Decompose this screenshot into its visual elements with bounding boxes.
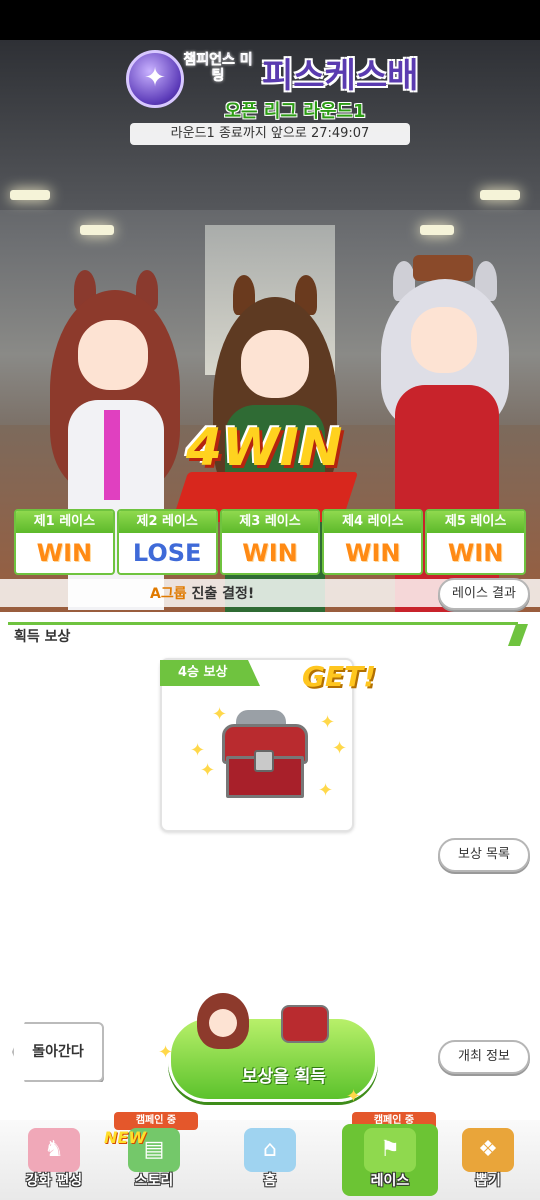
race-label: 제3 레이스 bbox=[221, 511, 319, 533]
sparkle-icon: ✦ bbox=[212, 704, 228, 725]
league-round: 오픈 리그 라운드1 bbox=[224, 101, 366, 122]
rewards-section-title: 획득 보상 bbox=[14, 629, 71, 645]
race-result: WIN bbox=[36, 539, 93, 567]
round-timer: 라운드1 종료까지 앞으로 27:49:07 bbox=[130, 123, 410, 145]
nav-label: 강화 편성 bbox=[25, 1173, 83, 1189]
race-result-1: 제1 레이스 WIN bbox=[14, 509, 115, 575]
chibi-face bbox=[209, 1009, 237, 1037]
nav-gacha[interactable]: ❖ 뽑기 bbox=[442, 1124, 534, 1196]
treasure-chest-icon bbox=[222, 710, 308, 798]
claim-reward-label[interactable]: 보상을 획득 bbox=[204, 1062, 364, 1087]
section-divider bbox=[8, 622, 518, 649]
race-label: 제1 레이스 bbox=[16, 511, 113, 533]
home-icon: ⌂ bbox=[244, 1128, 296, 1172]
gacha-icon: ❖ bbox=[462, 1128, 514, 1172]
race-result-2: 제2 레이스 LOSE bbox=[116, 509, 218, 575]
sparkle-icon: ✦ bbox=[200, 760, 216, 781]
training-icon: ♞ bbox=[28, 1128, 80, 1172]
race-result-button[interactable]: 레이스 결과 bbox=[438, 578, 530, 610]
face bbox=[241, 330, 309, 398]
nav-label: 스토리 bbox=[134, 1173, 174, 1189]
nav-race[interactable]: ⚑ 레이스 bbox=[342, 1124, 438, 1196]
tunnel-light bbox=[80, 225, 114, 235]
race-result: WIN bbox=[447, 539, 504, 567]
event-title: 피스케스배 bbox=[262, 56, 419, 96]
chest-lock bbox=[254, 750, 274, 772]
advance-message: A그룹 진출 결정! bbox=[150, 583, 254, 603]
tunnel-light bbox=[420, 225, 454, 235]
event-category: 챔피언스 미팅 bbox=[183, 52, 253, 85]
race-label: 제2 레이스 bbox=[118, 511, 216, 533]
race-result: LOSE bbox=[132, 539, 202, 567]
race-result-4: 제4 레이스 WIN bbox=[322, 509, 424, 575]
race-result: WIN bbox=[345, 539, 401, 567]
status-bar bbox=[0, 0, 540, 40]
get-label: GET! bbox=[302, 660, 376, 693]
sparkle-icon: ✦ bbox=[332, 738, 348, 759]
sparkle-icon: ✦ bbox=[190, 740, 206, 761]
nav-label: 레이스 bbox=[370, 1173, 410, 1189]
win-count: 4WIN bbox=[186, 418, 343, 478]
tunnel-light bbox=[10, 190, 50, 200]
advance-text: 진출 결정! bbox=[191, 586, 255, 602]
reward-list-button[interactable]: 보상 목록 bbox=[438, 838, 530, 872]
race-result-3: 제3 레이스 WIN bbox=[219, 509, 321, 575]
reward-tag: 4승 보상 bbox=[160, 660, 260, 686]
race-label: 제5 레이스 bbox=[427, 511, 524, 533]
nav-label: 뽑기 bbox=[475, 1173, 501, 1189]
sparkle-icon: ✦ bbox=[320, 712, 336, 733]
champions-meeting-emblem-icon: ✦ bbox=[126, 50, 184, 108]
race-icon: ⚑ bbox=[364, 1128, 416, 1172]
chest-mini-icon bbox=[281, 1005, 329, 1043]
face bbox=[78, 320, 148, 390]
sparkle-icon: ✦ bbox=[346, 1086, 362, 1107]
event-info-button[interactable]: 개최 정보 bbox=[438, 1040, 530, 1074]
character-chibi-icon bbox=[197, 993, 249, 1049]
race-label: 제4 레이스 bbox=[324, 511, 422, 533]
advance-group: A그룹 bbox=[150, 586, 187, 602]
new-badge: NEW bbox=[104, 1128, 146, 1147]
race-results: 제1 레이스 WIN 제2 레이스 LOSE 제3 레이스 WIN 제4 레이스… bbox=[14, 509, 526, 575]
tunnel-light bbox=[480, 190, 520, 200]
necktie bbox=[104, 410, 120, 500]
race-result-5: 제5 레이스 WIN bbox=[425, 509, 526, 575]
race-result: WIN bbox=[242, 539, 298, 567]
sparkle-icon: ✦ bbox=[318, 780, 334, 801]
back-button[interactable]: 돌아간다 bbox=[12, 1022, 104, 1082]
nav-training[interactable]: ♞ 강화 편성 bbox=[6, 1124, 102, 1196]
nav-label: 홈 bbox=[263, 1173, 277, 1189]
sparkle-icon: ✦ bbox=[158, 1042, 174, 1063]
hat bbox=[413, 255, 473, 281]
face bbox=[411, 307, 477, 373]
nav-home[interactable]: ⌂ 홈 bbox=[206, 1124, 334, 1196]
